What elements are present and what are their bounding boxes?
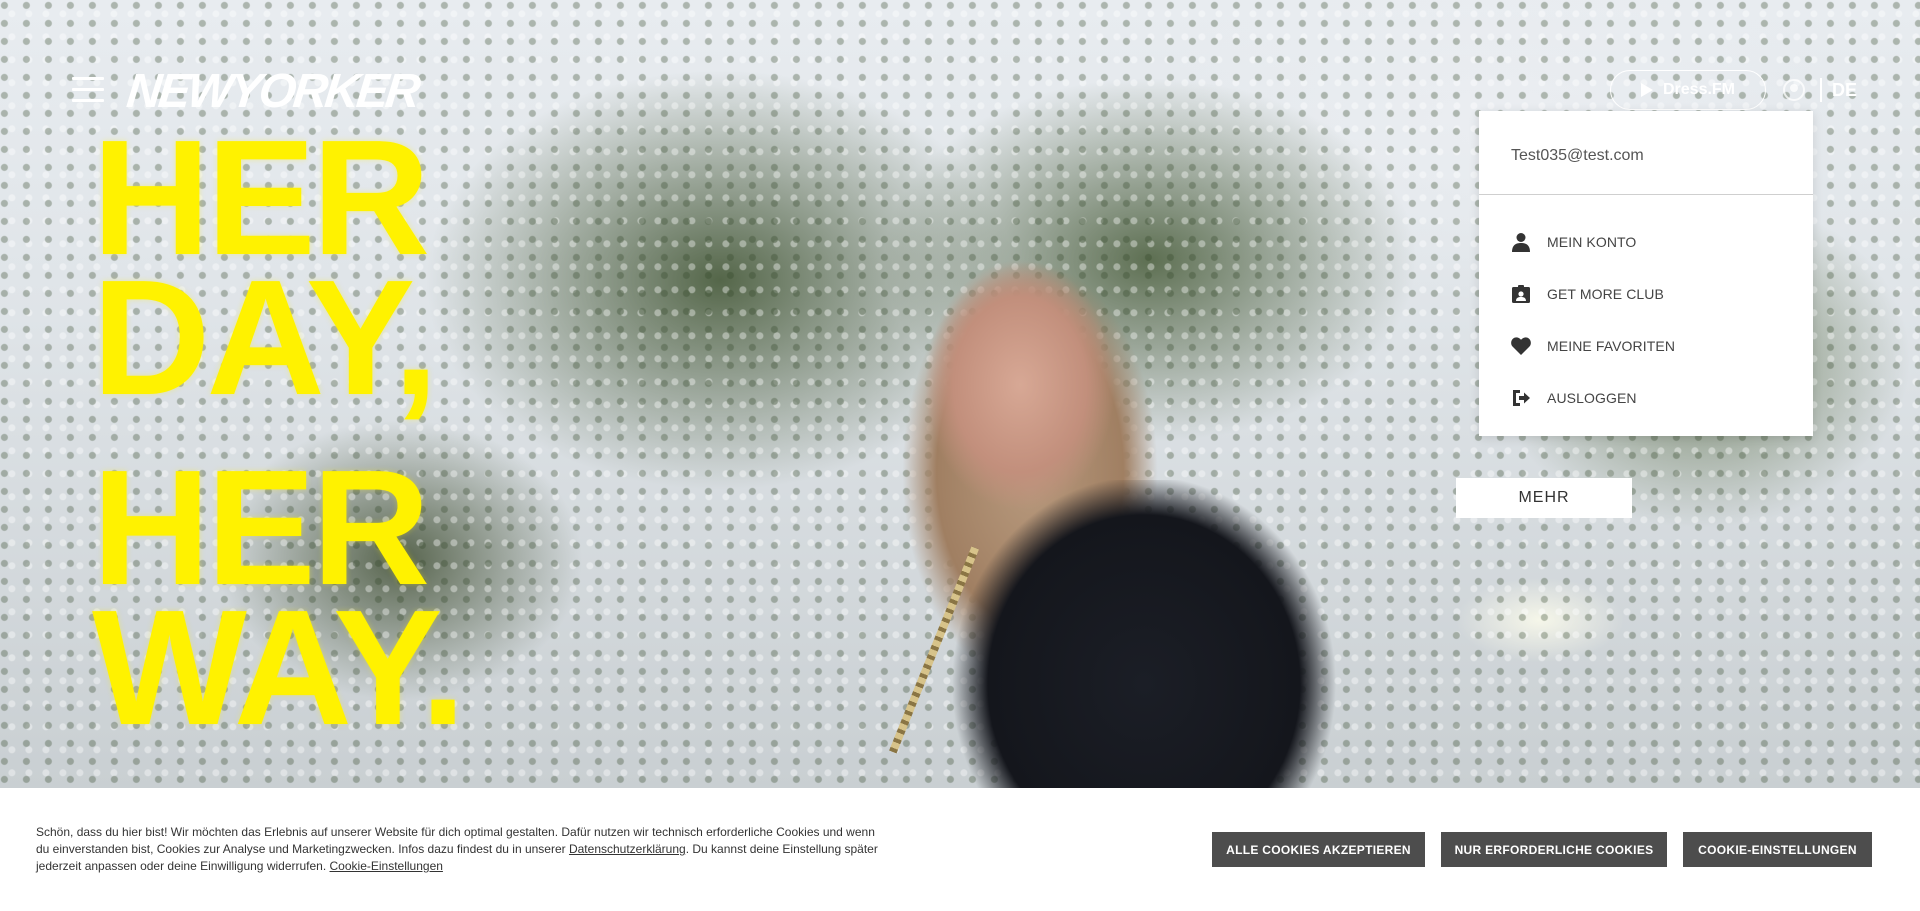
account-email: Test035@test.com — [1479, 111, 1813, 195]
menu-item-label: MEINE FAVORITEN — [1547, 338, 1676, 354]
newyorker-logo[interactable]: NEWYORKER — [124, 64, 420, 119]
hero-headline: HER DAY, HER WAY. — [92, 116, 466, 759]
menu-item-ausloggen[interactable]: AUSLOGGEN — [1479, 372, 1813, 424]
person-icon — [1511, 232, 1531, 252]
cookie-settings-button[interactable]: COOKIE-EINSTELLUNGEN — [1683, 832, 1872, 867]
account-dropdown: Test035@test.com MEIN KONTO GET MORE CLU… — [1479, 111, 1813, 436]
language-selector[interactable]: DE — [1832, 80, 1857, 101]
mehr-button[interactable]: MEHR — [1456, 478, 1632, 518]
accept-all-cookies-button[interactable]: ALLE COOKIES AKZEPTIEREN — [1212, 832, 1425, 867]
menu-item-mein-konto[interactable]: MEIN KONTO — [1479, 216, 1813, 268]
model-face — [920, 260, 1120, 510]
privacy-policy-link[interactable]: Datenschutzerklärung — [569, 842, 686, 856]
dress-fm-label: Dress.FM — [1662, 81, 1736, 98]
cookie-settings-link[interactable]: Cookie-Einstellungen — [330, 859, 443, 873]
menu-item-meine-favoriten[interactable]: MEINE FAVORITEN — [1479, 320, 1813, 372]
model-jacket — [880, 480, 1360, 788]
menu-item-label: AUSLOGGEN — [1547, 390, 1637, 406]
menu-item-get-more-club[interactable]: GET MORE CLUB — [1479, 268, 1813, 320]
play-icon — [1640, 83, 1653, 97]
menu-item-label: MEIN KONTO — [1547, 234, 1637, 250]
header-divider — [1820, 78, 1822, 102]
headline-line-4: WAY. — [92, 576, 466, 759]
hamburger-menu-icon[interactable] — [72, 77, 104, 103]
logout-icon — [1511, 388, 1531, 408]
headline-line-2: DAY, — [92, 246, 439, 429]
heart-icon — [1511, 336, 1531, 356]
dress-fm-button[interactable]: Dress.FM — [1610, 70, 1766, 110]
menu-item-label: GET MORE CLUB — [1547, 286, 1664, 302]
necessary-cookies-only-button[interactable]: NUR ERFORDERLICHE COOKIES — [1441, 832, 1667, 867]
account-icon[interactable] — [1783, 79, 1805, 101]
cookie-text: Schön, dass du hier bist! Wir möchten da… — [36, 824, 886, 875]
id-card-icon — [1511, 284, 1531, 304]
